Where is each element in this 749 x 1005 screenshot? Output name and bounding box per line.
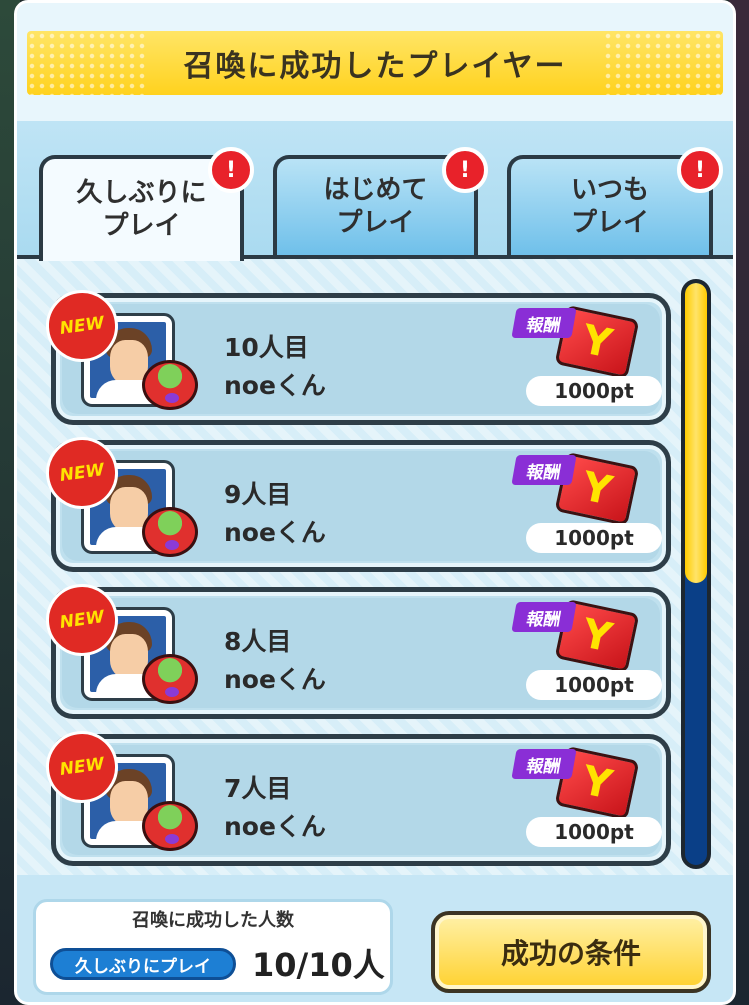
success-conditions-button[interactable]: 成功の条件 — [431, 911, 711, 993]
yokai-medal-icon — [142, 654, 198, 704]
yokai-medal-icon — [142, 360, 198, 410]
panel-header: 召喚に成功したプレイヤー — [17, 3, 733, 121]
player-name: noeくん — [224, 665, 326, 694]
reward-points: 1000pt — [526, 670, 662, 700]
summon-count-box: 召喚に成功した人数 久しぶりにプレイ 10/10人 — [33, 899, 393, 995]
summon-category-pill: 久しぶりにプレイ — [50, 948, 236, 980]
scrollbar-thumb[interactable] — [685, 283, 707, 583]
list-item[interactable]: NEW 10人目 noeくん 報酬 Y 1000pt — [41, 285, 671, 425]
panel-footer: 召喚に成功した人数 久しぶりにプレイ 10/10人 成功の条件 — [17, 875, 733, 1002]
reward-points: 1000pt — [526, 523, 662, 553]
player-name: noeくん — [224, 812, 326, 841]
player-name: noeくん — [224, 371, 326, 400]
panel-title: 召喚に成功したプレイヤー — [183, 49, 567, 84]
tabs-bar: 久しぶりに プレイ ! はじめて プレイ ! いつも プレイ ! — [17, 121, 733, 261]
tab-long-time-play[interactable]: 久しぶりに プレイ ! — [39, 147, 254, 261]
reward-points: 1000pt — [526, 817, 662, 847]
reward-label: 報酬 — [511, 749, 577, 779]
yokai-medal-icon — [142, 507, 198, 557]
summon-count-title: 召喚に成功した人数 — [132, 910, 294, 931]
alert-badge-icon: ! — [677, 147, 723, 193]
tab-label: いつも プレイ — [570, 175, 649, 238]
alert-badge-icon: ! — [208, 147, 254, 193]
tab-label: 久しぶりに プレイ — [76, 178, 207, 241]
summon-count-value: 10/10人 — [252, 946, 385, 984]
summon-players-panel: 召喚に成功したプレイヤー 久しぶりに プレイ ! はじめて プレイ ! いつも … — [14, 0, 736, 1005]
list-scrollbar[interactable] — [681, 279, 711, 869]
list-item[interactable]: NEW 7人目 noeくん 報酬 Y 1000pt — [41, 726, 671, 866]
list-item[interactable]: NEW 8人目 noeくん 報酬 Y 1000pt — [41, 579, 671, 719]
player-order: 9人目 — [224, 480, 292, 509]
title-banner: 召喚に成功したプレイヤー — [27, 31, 723, 95]
reward-label: 報酬 — [511, 308, 577, 338]
yokai-medal-icon — [142, 801, 198, 851]
reward-label: 報酬 — [511, 455, 577, 485]
player-order: 7人目 — [224, 774, 292, 803]
tab-label: はじめて プレイ — [323, 175, 428, 238]
player-order: 10人目 — [224, 333, 309, 362]
reward-label: 報酬 — [511, 602, 577, 632]
tab-always-play[interactable]: いつも プレイ ! — [507, 147, 723, 255]
player-name: noeくん — [224, 518, 326, 547]
reward-points: 1000pt — [526, 376, 662, 406]
tab-first-time-play[interactable]: はじめて プレイ ! — [273, 147, 488, 255]
list-item[interactable]: NEW 9人目 noeくん 報酬 Y 1000pt — [41, 432, 671, 572]
alert-badge-icon: ! — [442, 147, 488, 193]
player-order: 8人目 — [224, 627, 292, 656]
player-list[interactable]: NEW 10人目 noeくん 報酬 Y 1000pt NEW 9人目 noeくん… — [17, 255, 733, 875]
